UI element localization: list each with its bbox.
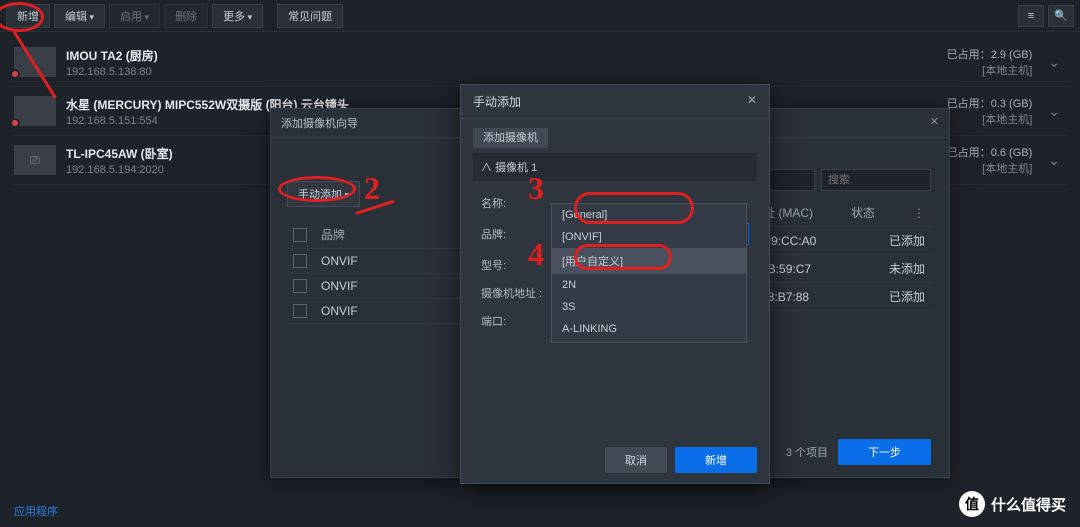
- watermark-badge: 值: [959, 491, 985, 517]
- mode-dropdown[interactable]: 手动添加: [287, 181, 360, 207]
- list-view-icon[interactable]: ≡: [1018, 5, 1044, 27]
- chevron-down-icon[interactable]: ⌄: [1048, 103, 1060, 120]
- label-brand: 品牌:: [481, 226, 551, 242]
- edit-button[interactable]: 编辑: [54, 4, 105, 28]
- enable-button[interactable]: 启用: [109, 4, 160, 28]
- col-status: 状态: [851, 204, 875, 221]
- camera-thumbnail: [14, 47, 56, 77]
- table-row[interactable]: 8:98:B7:88已添加: [745, 283, 931, 311]
- add-button[interactable]: 新增: [6, 4, 50, 28]
- option[interactable]: A-MTK: [552, 340, 746, 343]
- modal-title: 手动添加: [473, 93, 521, 110]
- cell: 已添加: [889, 232, 925, 249]
- wizard-mac-table: 地址 (MAC)状态⋮ A:C9:CC:A0已添加 9:1B:59:C7未添加 …: [745, 199, 931, 311]
- tab-add-camera[interactable]: 添加摄像机: [473, 128, 548, 148]
- checkbox[interactable]: [293, 254, 307, 268]
- wizard-header: 添加摄像机向导: [281, 115, 358, 131]
- item-count: 3 个项目: [786, 444, 828, 460]
- host-label: [本地主机]: [947, 160, 1033, 176]
- option[interactable]: [General]: [552, 204, 746, 226]
- used-label: 已占用：: [947, 98, 991, 110]
- cell: ONVIF: [321, 304, 358, 318]
- chevron-down-icon[interactable]: ⌄: [1048, 152, 1060, 169]
- used-label: 已占用：: [947, 49, 991, 61]
- camera-thumbnail: [14, 96, 56, 126]
- close-icon[interactable]: ✕: [747, 93, 757, 110]
- watermark: 值 什么值得买: [959, 491, 1066, 517]
- option[interactable]: [用户自定义]: [552, 248, 746, 274]
- list-item[interactable]: IMOU TA2 (厨房) 192.168.5.138:80 已占用：2.9 (…: [10, 38, 1070, 87]
- next-button[interactable]: 下一步: [838, 439, 931, 465]
- confirm-button[interactable]: 新增: [675, 447, 757, 473]
- brand-dropdown[interactable]: [General] [ONVIF] [用户自定义] 2N 3S A-LINKIN…: [551, 203, 747, 343]
- status-dot: [10, 118, 20, 128]
- used-value: 2.9 (GB): [991, 49, 1033, 61]
- label-model: 型号:: [481, 257, 551, 273]
- cell: 未添加: [889, 260, 925, 277]
- camera-name: IMOU TA2 (厨房): [66, 47, 947, 64]
- search-icon[interactable]: 🔍: [1048, 5, 1074, 27]
- host-label: [本地主机]: [947, 62, 1033, 78]
- used-value: 0.3 (GB): [991, 98, 1033, 110]
- label-address: 摄像机地址 :: [481, 285, 551, 301]
- chevron-down-icon[interactable]: ⌄: [1048, 54, 1060, 71]
- faq-button[interactable]: 常见问题: [277, 4, 343, 28]
- option[interactable]: [ONVIF]: [552, 226, 746, 248]
- table-row[interactable]: 9:1B:59:C7未添加: [745, 255, 931, 283]
- used-label: 已占用：: [947, 147, 991, 159]
- watermark-text: 什么值得买: [991, 494, 1066, 515]
- option[interactable]: 2N: [552, 274, 746, 296]
- search-input[interactable]: [821, 169, 931, 191]
- cell: ONVIF: [321, 254, 358, 268]
- close-icon[interactable]: ✕: [930, 115, 939, 131]
- top-toolbar: 新增 编辑 启用 删除 更多 常见问题 ≡ 🔍: [0, 0, 1080, 32]
- section-label: 摄像机 1: [495, 162, 537, 174]
- cell: ONVIF: [321, 279, 358, 293]
- host-label: [本地主机]: [947, 111, 1033, 127]
- checkbox[interactable]: [293, 304, 307, 318]
- section-toggle[interactable]: ∧ 摄像机 1: [481, 162, 537, 174]
- option[interactable]: A-LINKING: [552, 318, 746, 340]
- checkbox[interactable]: [293, 279, 307, 293]
- checkbox[interactable]: [293, 228, 307, 242]
- more-icon[interactable]: ⋮: [913, 206, 925, 220]
- footer-link[interactable]: 应用程序: [14, 503, 58, 519]
- option[interactable]: 3S: [552, 296, 746, 318]
- manual-add-modal: 手动添加 ✕ 添加摄像机 ∧ 摄像机 1 名称: 品牌: [General] 型…: [460, 84, 770, 484]
- delete-button[interactable]: 删除: [164, 4, 208, 28]
- chevron-up-icon: ∧: [481, 162, 492, 174]
- label-port: 端口:: [481, 313, 551, 329]
- cancel-button[interactable]: 取消: [605, 447, 667, 473]
- more-button[interactable]: 更多: [212, 4, 263, 28]
- col-brand: 品牌: [321, 226, 345, 243]
- camera-thumbnail: ⎚: [14, 145, 56, 175]
- status-dot: [10, 69, 20, 79]
- camera-address: 192.168.5.138:80: [66, 66, 947, 78]
- table-row[interactable]: A:C9:CC:A0已添加: [745, 227, 931, 255]
- used-value: 0.6 (GB): [991, 147, 1033, 159]
- cell: 已添加: [889, 288, 925, 305]
- label-name: 名称:: [481, 195, 551, 211]
